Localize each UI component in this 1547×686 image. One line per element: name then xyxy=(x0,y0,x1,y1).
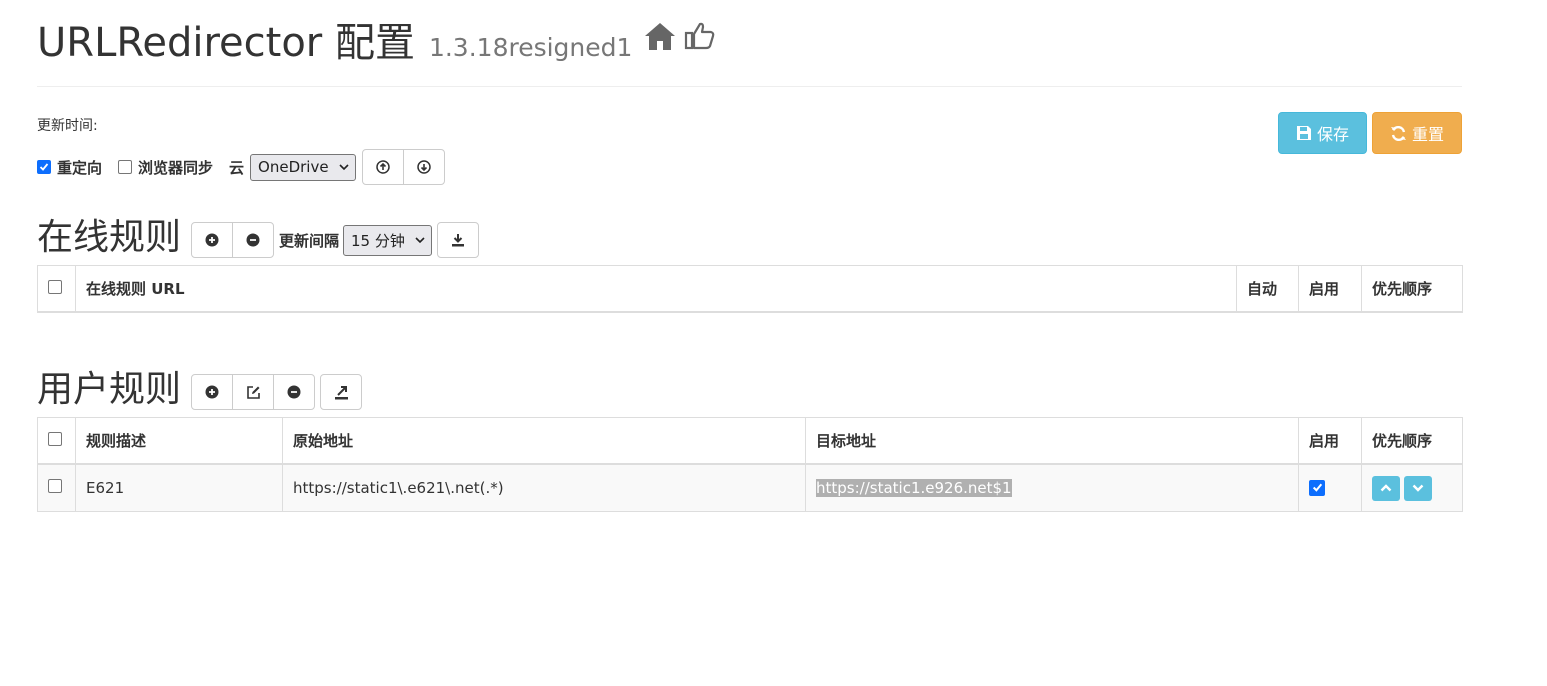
col-online-url: 在线规则 URL xyxy=(75,265,1237,313)
user-rules-title: 用户规则 xyxy=(37,369,182,410)
online-rules-title: 在线规则 xyxy=(37,217,182,258)
options-row: 重定向 浏览器同步 云 OneDrive xyxy=(37,149,445,185)
cloud-sync-buttons xyxy=(361,149,445,185)
remove-user-rule-button[interactable] xyxy=(273,375,314,409)
row-select-checkbox[interactable] xyxy=(48,479,62,493)
online-select-all-checkbox[interactable] xyxy=(48,279,62,294)
browser-sync-checkbox[interactable] xyxy=(118,160,133,174)
cloud-select-value: OneDrive xyxy=(258,158,329,176)
table-row[interactable]: E621 https://static1\.e621\.net(.*) http… xyxy=(37,463,1463,512)
refresh-icon xyxy=(1390,125,1406,141)
cloud-select[interactable]: OneDrive xyxy=(250,153,356,181)
move-down-button[interactable] xyxy=(1404,475,1432,501)
user-export-group xyxy=(320,374,362,410)
rule-target: https://static1.e926.net$1 xyxy=(816,479,1012,497)
export-icon xyxy=(334,385,348,399)
online-select-all-cell xyxy=(37,265,76,313)
user-select-all-checkbox[interactable] xyxy=(48,431,62,446)
edit-user-rule-button[interactable] xyxy=(232,375,273,409)
page-header: URLRedirector 配置 1.3.18resigned1 xyxy=(37,10,716,66)
browser-sync-label: 浏览器同步 xyxy=(138,158,214,177)
cloud-download-button[interactable] xyxy=(402,150,444,184)
download-online-rules-button[interactable] xyxy=(438,223,478,257)
row-select-cell xyxy=(37,463,76,512)
home-icon[interactable] xyxy=(644,21,676,55)
edit-icon xyxy=(246,385,260,399)
online-rule-edit-buttons xyxy=(191,222,274,258)
floppy-disk-icon xyxy=(1296,126,1311,140)
version-label: 1.3.18resigned1 xyxy=(428,33,633,62)
redirect-checkbox[interactable] xyxy=(37,160,51,174)
rule-enabled-cell xyxy=(1298,463,1362,512)
online-rules-toolbar: 更新间隔 15 分钟 xyxy=(191,221,479,259)
reset-button[interactable]: 重置 xyxy=(1372,112,1462,154)
chevron-up-icon xyxy=(1380,484,1392,492)
browser-sync-toggle[interactable]: 浏览器同步 xyxy=(118,157,213,178)
thumbs-up-icon[interactable] xyxy=(684,21,716,55)
chevron-down-icon xyxy=(415,236,425,243)
rule-enabled-checkbox[interactable] xyxy=(1309,479,1325,496)
rule-target-cell: https://static1.e926.net$1 xyxy=(805,463,1299,512)
cloud-upload-button[interactable] xyxy=(363,150,403,184)
rule-description: E621 xyxy=(75,463,283,512)
header-divider xyxy=(37,86,1462,87)
save-button[interactable]: 保存 xyxy=(1278,112,1367,154)
circle-arrow-up-icon xyxy=(375,160,390,174)
col-priority: 优先顺序 xyxy=(1361,417,1463,465)
minus-circle-icon xyxy=(287,385,301,399)
chevron-down-icon xyxy=(339,163,349,170)
add-online-rule-button[interactable] xyxy=(192,223,232,257)
user-rules-table: 规则描述 原始地址 目标地址 启用 优先顺序 E621 https://stat… xyxy=(37,417,1463,512)
online-rules-header-row: 在线规则 URL 自动 启用 优先顺序 xyxy=(37,265,1463,313)
update-interval-value: 15 分钟 xyxy=(351,231,405,250)
col-origin: 原始地址 xyxy=(282,417,806,465)
reset-label: 重置 xyxy=(1411,125,1444,144)
check-icon xyxy=(39,163,49,171)
col-online-auto: 自动 xyxy=(1236,265,1299,313)
user-rules-header-row: 规则描述 原始地址 目标地址 启用 优先顺序 xyxy=(37,417,1463,465)
col-target: 目标地址 xyxy=(805,417,1299,465)
plus-circle-icon xyxy=(205,233,219,247)
add-user-rule-button[interactable] xyxy=(192,375,232,409)
move-up-button[interactable] xyxy=(1372,475,1400,501)
user-rules-toolbar xyxy=(191,373,362,411)
check-icon xyxy=(1312,483,1322,492)
online-download-group xyxy=(436,222,479,258)
col-online-priority: 优先顺序 xyxy=(1361,265,1463,313)
col-description: 规则描述 xyxy=(75,417,283,465)
online-rules-table: 在线规则 URL 自动 启用 优先顺序 xyxy=(37,265,1463,313)
col-online-enabled: 启用 xyxy=(1298,265,1362,313)
col-enabled: 启用 xyxy=(1298,417,1362,465)
user-rule-edit-buttons xyxy=(191,374,315,410)
page-title: URLRedirector 配置 xyxy=(37,20,415,66)
update-interval-select[interactable]: 15 分钟 xyxy=(343,224,432,256)
options-page: URLRedirector 配置 1.3.18resigned1 更新时间: 保… xyxy=(0,0,1547,686)
download-icon xyxy=(451,234,464,247)
export-user-rules-button[interactable] xyxy=(321,375,361,409)
redirect-toggle[interactable]: 重定向 xyxy=(37,157,102,178)
plus-circle-icon xyxy=(205,385,219,399)
user-select-all-cell xyxy=(37,417,76,465)
circle-arrow-down-icon xyxy=(416,160,431,174)
remove-online-rule-button[interactable] xyxy=(232,223,273,257)
update-time-label: 更新时间: xyxy=(37,118,98,134)
cloud-label: 云 xyxy=(229,158,245,177)
minus-circle-icon xyxy=(246,233,260,247)
update-interval-label: 更新间隔 xyxy=(279,231,340,250)
rule-origin: https://static1\.e621\.net(.*) xyxy=(282,463,806,512)
rule-priority-cell xyxy=(1361,463,1463,512)
save-label: 保存 xyxy=(1316,125,1349,144)
chevron-down-icon xyxy=(1412,484,1424,492)
redirect-label: 重定向 xyxy=(57,158,103,177)
